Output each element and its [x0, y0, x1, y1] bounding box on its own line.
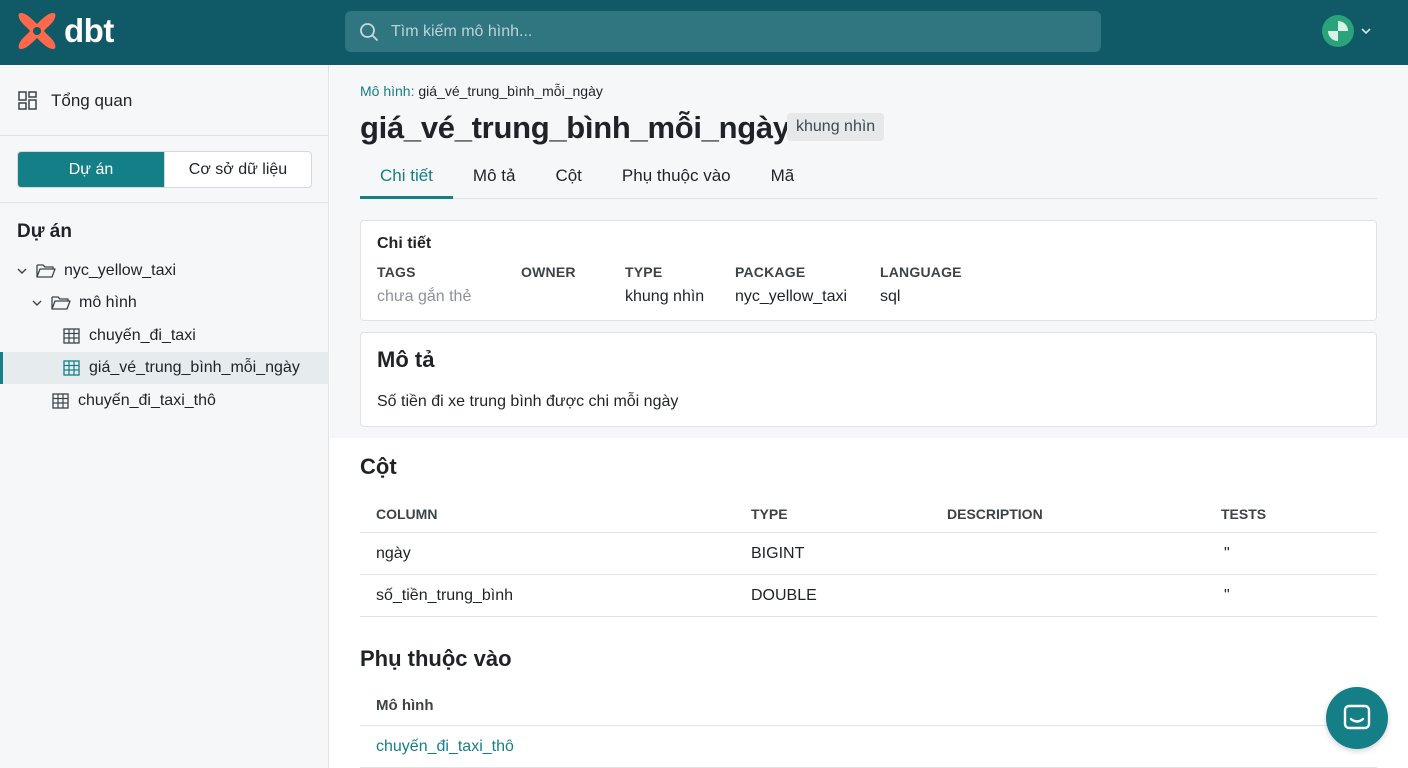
table-header-row: COLUMN TYPE DESCRIPTION TESTS: [360, 495, 1377, 533]
chat-icon: [1343, 704, 1371, 730]
tree-item-models-folder[interactable]: mô hình: [0, 287, 329, 319]
columns-table: COLUMN TYPE DESCRIPTION TESTS ngày BIGIN…: [360, 495, 1377, 617]
tree-item-model[interactable]: chuyến_đi_taxi: [0, 320, 329, 352]
breadcrumb-current: giá_vé_trung_bình_mỗi_ngày: [418, 83, 603, 99]
meta-value-type: khung nhìn: [625, 288, 705, 305]
description-card: Mô tả Số tiền đi xe trung bình được chi …: [360, 332, 1377, 427]
search-icon: [360, 22, 378, 41]
chat-support-button[interactable]: [1326, 687, 1388, 749]
tree-item-nyc-yellow-taxi[interactable]: nyc_yellow_taxi: [0, 255, 329, 287]
tree-title: Dự án: [17, 221, 72, 242]
dashboard-grid-icon: [18, 91, 37, 110]
toggle-database-button[interactable]: Cơ sở dữ liệu: [164, 152, 311, 187]
page-title: giá_vé_trung_bình_mỗi_ngày: [360, 110, 790, 145]
meta-value-language: sql: [880, 288, 901, 305]
sidebar: Tổng quan Dự án Cơ sở dữ liệu Dự án nyc_…: [0, 65, 329, 768]
user-menu[interactable]: [1322, 15, 1372, 47]
tree-item-label: giá_vé_trung_bình_mỗi_ngày: [89, 359, 300, 376]
details-card: Chi tiết TAGS chưa gắn thẻ OWNER TYPE kh…: [360, 220, 1377, 321]
top-bar: dbt: [0, 0, 1408, 65]
description-heading: Mô tả: [377, 347, 435, 372]
table-row[interactable]: số_tiền_trung_bình DOUBLE ": [360, 575, 1377, 617]
tab-depends-on[interactable]: Phụ thuộc vào: [602, 159, 751, 199]
dbt-logo-icon: [18, 13, 56, 49]
chevron-down-icon: [17, 268, 27, 274]
toggle-project-button[interactable]: Dự án: [18, 152, 164, 187]
folder-open-icon: [51, 296, 71, 310]
column-tests: ": [1224, 545, 1230, 562]
column-header: TYPE: [751, 506, 788, 522]
column-header: DESCRIPTION: [947, 506, 1043, 522]
depends-on-heading: Phụ thuộc vào: [360, 646, 512, 671]
columns-heading: Cột: [360, 454, 397, 479]
meta-label-tags: TAGS: [377, 264, 416, 280]
tree-item-model-selected[interactable]: giá_vé_trung_bình_mỗi_ngày: [0, 352, 329, 384]
column-tests: ": [1224, 587, 1230, 604]
meta-label-language: LANGUAGE: [880, 264, 962, 280]
breadcrumb-link[interactable]: Mô hình:: [360, 83, 414, 99]
tab-description[interactable]: Mô tả: [453, 159, 536, 199]
tree-item-model[interactable]: chuyến_đi_taxi_thô: [0, 385, 329, 417]
divider: [0, 202, 329, 203]
meta-label-owner: OWNER: [521, 264, 576, 280]
column-type: BIGINT: [751, 545, 805, 562]
column-header: COLUMN: [376, 506, 438, 522]
tab-columns[interactable]: Cột: [535, 159, 601, 199]
details-heading: Chi tiết: [377, 235, 432, 252]
project-database-toggle: Dự án Cơ sở dữ liệu: [17, 151, 312, 188]
divider: [0, 135, 329, 136]
search-bar[interactable]: [345, 11, 1101, 52]
meta-label-type: TYPE: [625, 264, 663, 280]
folder-open-icon: [36, 264, 56, 278]
tab-details[interactable]: Chi tiết: [360, 159, 453, 199]
tree-item-label: mô hình: [79, 294, 137, 311]
column-name: ngày: [376, 545, 411, 562]
column-header: TESTS: [1221, 506, 1267, 522]
overview-link[interactable]: Tổng quan: [18, 91, 132, 111]
tree-item-label: chuyến_đi_taxi: [89, 327, 196, 344]
overview-label: Tổng quan: [51, 91, 133, 110]
depends-on-header: Mô hình: [360, 686, 1377, 726]
chevron-down-icon: [1361, 28, 1371, 35]
meta-value-tags: chưa gắn thẻ: [377, 288, 472, 305]
dbt-logo[interactable]: dbt: [16, 10, 114, 52]
avatar[interactable]: [1322, 15, 1354, 47]
dependency-link[interactable]: chuyến_đi_taxi_thô: [376, 738, 514, 755]
column-type: DOUBLE: [751, 587, 817, 604]
tree-item-label: nyc_yellow_taxi: [64, 262, 177, 279]
table-icon: [63, 328, 80, 344]
table-row[interactable]: ngày BIGINT ": [360, 533, 1377, 575]
materialization-badge: khung nhìn: [787, 113, 885, 141]
list-item: chuyến_đi_taxi_thô: [360, 726, 1377, 768]
chevron-down-icon: [32, 300, 42, 306]
tab-code[interactable]: Mã: [751, 159, 815, 199]
depends-on-table: Mô hình chuyến_đi_taxi_thô: [360, 686, 1377, 768]
column-name: số_tiền_trung_bình: [376, 587, 513, 604]
table-icon: [52, 393, 69, 409]
tree-item-label: chuyến_đi_taxi_thô: [78, 392, 216, 409]
meta-label-package: PACKAGE: [735, 264, 806, 280]
breadcrumb: Mô hình: giá_vé_trung_bình_mỗi_ngày: [360, 83, 603, 99]
meta-value-package: nyc_yellow_taxi: [735, 288, 848, 305]
description-text: Số tiền đi xe trung bình được chi mỗi ng…: [377, 393, 679, 410]
logo-text: dbt: [64, 12, 114, 49]
tab-bar: Chi tiết Mô tả Cột Phụ thuộc vào Mã: [360, 159, 1377, 199]
table-icon: [63, 360, 80, 376]
main-content: Mô hình: giá_vé_trung_bình_mỗi_ngày giá_…: [330, 65, 1408, 768]
search-input[interactable]: [391, 22, 1071, 41]
